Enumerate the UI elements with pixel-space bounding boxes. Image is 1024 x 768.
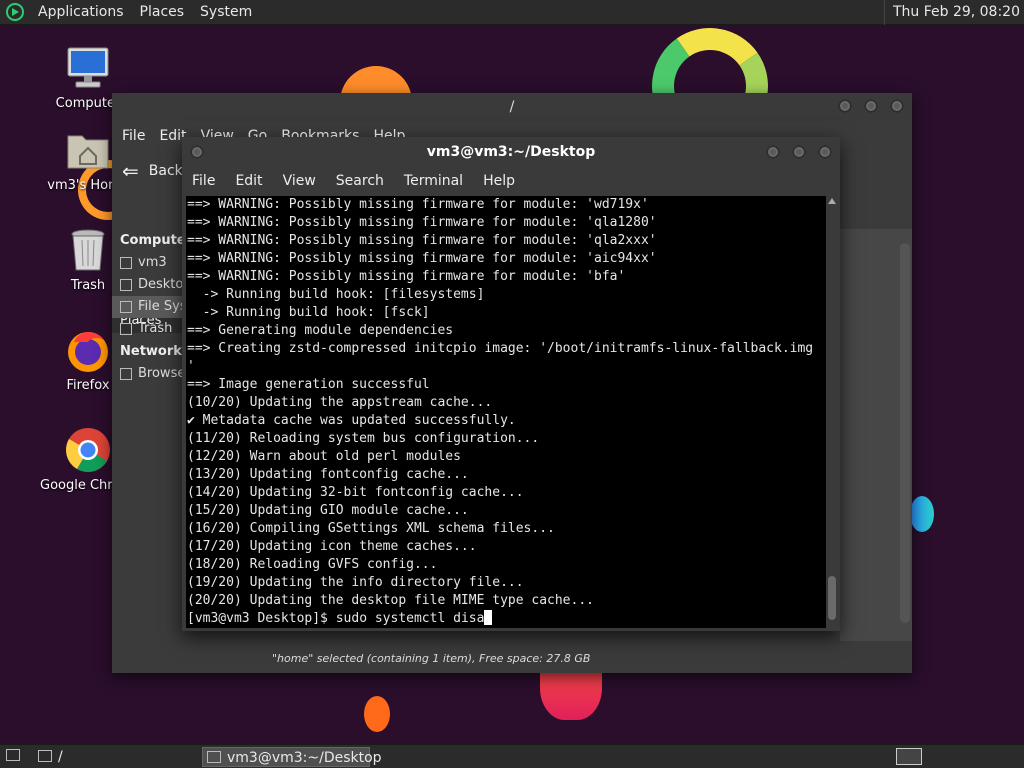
close-button[interactable] [818, 145, 832, 159]
maximize-button[interactable] [792, 145, 806, 159]
wallpaper-blob-blue [910, 496, 934, 532]
system-menu[interactable]: System [192, 0, 260, 25]
terminal-line: (12/20) Warn about old perl modules [187, 449, 461, 464]
terminal-line: (15/20) Updating GIO module cache... [187, 503, 469, 518]
home-icon [120, 257, 132, 269]
window-title: vm3@vm3:~/Desktop [426, 144, 596, 160]
terminal-line: (10/20) Updating the appstream cache... [187, 395, 493, 410]
back-arrow-icon: ⇐ [122, 159, 139, 183]
bottom-panel: / vm3@vm3:~/Desktop [0, 744, 1024, 768]
terminal-window[interactable]: vm3@vm3:~/Desktop File Edit View Search … [182, 137, 840, 631]
sidebar-item-browse-network[interactable]: Browse Network [112, 363, 184, 385]
back-label: Back [148, 163, 183, 179]
terminal-line: ==> Image generation successful [187, 377, 430, 392]
home-folder-icon [64, 126, 112, 174]
trash-icon [120, 323, 132, 335]
terminal-titlebar[interactable]: vm3@vm3:~/Desktop [182, 137, 840, 167]
terminal-line: ==> WARNING: Possibly missing firmware f… [187, 251, 657, 266]
terminal-line: -> Running build hook: [fsck] [187, 305, 430, 320]
sidebar-item-label: Trash [138, 321, 173, 336]
top-panel: Applications Places System Thu Feb 29, 0… [0, 0, 1024, 25]
menu-view[interactable]: View [283, 173, 316, 189]
menu-file[interactable]: File [192, 173, 215, 189]
folder-icon [38, 750, 52, 762]
sidebar-header-network: Network [120, 344, 182, 359]
file-manager-titlebar[interactable]: / [112, 93, 912, 121]
distro-logo-icon[interactable] [6, 3, 24, 21]
terminal-line: (20/20) Updating the desktop file MIME t… [187, 593, 594, 608]
terminal-line: (17/20) Updating icon theme caches... [187, 539, 477, 554]
window-menu-button[interactable] [190, 145, 204, 159]
text-cursor [484, 610, 493, 625]
terminal-icon [207, 751, 221, 763]
taskbar-item-label: vm3@vm3:~/Desktop [227, 750, 382, 766]
maximize-button[interactable] [864, 99, 878, 113]
window-title: / [509, 99, 515, 115]
taskbar-item-file-manager[interactable]: / [34, 747, 71, 767]
terminal-line: ✔ Metadata cache was updated successfull… [187, 413, 516, 428]
back-button[interactable]: ⇐ Back [122, 159, 183, 183]
terminal-line: (13/20) Updating fontconfig cache... [187, 467, 469, 482]
network-icon [120, 368, 132, 380]
menu-search[interactable]: Search [336, 173, 384, 189]
terminal-line: (19/20) Updating the info directory file… [187, 575, 524, 590]
chrome-icon [64, 426, 112, 474]
drive-icon [120, 301, 132, 313]
sidebar-item-label: Browse Network [138, 366, 184, 381]
firefox-icon [64, 326, 112, 374]
terminal-line: -> Running build hook: [filesystems] [187, 287, 485, 302]
menu-terminal[interactable]: Terminal [404, 173, 463, 189]
terminal-line: ==> WARNING: Possibly missing firmware f… [187, 233, 657, 248]
sidebar-item-home[interactable]: vm3 [112, 252, 184, 274]
scrollbar-thumb[interactable] [828, 576, 836, 620]
minimize-button[interactable] [838, 99, 852, 113]
terminal-line: (16/20) Compiling GSettings XML schema f… [187, 521, 555, 536]
shell-prompt: [vm3@vm3 Desktop]$ [187, 611, 336, 626]
taskbar-item-label: / [58, 749, 63, 765]
close-button[interactable] [890, 99, 904, 113]
file-view-scrollbar[interactable] [900, 243, 910, 623]
trash-icon [64, 226, 112, 274]
sidebar-item-label: vm3 [138, 255, 167, 270]
terminal-line: (14/20) Updating 32-bit fontconfig cache… [187, 485, 524, 500]
terminal-line: ==> WARNING: Possibly missing firmware f… [187, 269, 626, 284]
wallpaper-blob-orange [364, 696, 390, 732]
terminal-line: (18/20) Reloading GVFS config... [187, 557, 438, 572]
taskbar-item-terminal[interactable]: vm3@vm3:~/Desktop [202, 747, 382, 767]
sidebar-header-computer: Computer [120, 233, 193, 248]
show-desktop-icon[interactable] [6, 749, 20, 761]
menu-file[interactable]: File [122, 128, 145, 144]
terminal-line: ==> WARNING: Possibly missing firmware f… [187, 197, 649, 212]
terminal-output[interactable]: ==> WARNING: Possibly missing firmware f… [186, 196, 827, 628]
terminal-prompt-line[interactable]: [vm3@vm3 Desktop]$ sudo systemctl disa [187, 610, 827, 628]
command-input[interactable]: sudo systemctl disa [336, 611, 485, 626]
terminal-line: ' [187, 359, 195, 374]
sidebar-item-filesystem[interactable]: File System [112, 296, 184, 318]
sidebar-item-label: Desktop [138, 277, 184, 292]
applications-menu[interactable]: Applications [30, 0, 132, 25]
scroll-up-arrow-icon[interactable] [828, 198, 836, 204]
sidebar-item-label: File System [138, 299, 184, 314]
sidebar-item-desktop[interactable]: Desktop [112, 274, 184, 296]
terminal-line: ==> WARNING: Possibly missing firmware f… [187, 215, 657, 230]
places-menu[interactable]: Places [132, 0, 193, 25]
computer-icon [64, 44, 112, 92]
menu-edit[interactable]: Edit [235, 173, 262, 189]
terminal-line: (11/20) Reloading system bus configurati… [187, 431, 540, 446]
menu-help[interactable]: Help [483, 173, 515, 189]
terminal-line: ==> Creating zstd-compressed initcpio im… [187, 341, 814, 356]
minimize-button[interactable] [766, 145, 780, 159]
workspace-switcher[interactable] [896, 748, 922, 765]
terminal-menubar: File Edit View Search Terminal Help [182, 167, 840, 195]
terminal-scrollbar[interactable] [826, 196, 838, 628]
places-sidebar: Places Computer vm3 Desktop File System … [112, 201, 193, 669]
clock[interactable]: Thu Feb 29, 08:20 [883, 0, 1020, 25]
status-bar: "home" selected (containing 1 item), Fre… [272, 652, 591, 665]
terminal-line: ==> Generating module dependencies [187, 323, 454, 338]
desktop-icon [120, 279, 132, 291]
sidebar-item-trash[interactable]: Trash [112, 318, 184, 340]
